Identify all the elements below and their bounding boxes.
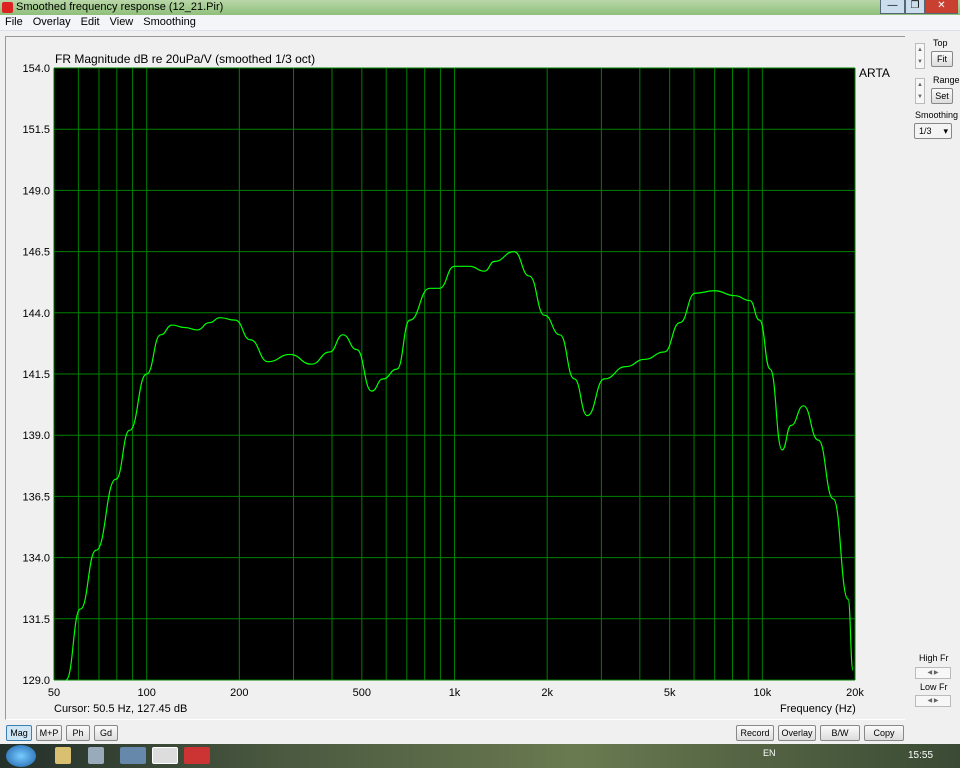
y-tick-label: 136.5 xyxy=(22,491,50,503)
x-tick-label: 100 xyxy=(137,687,155,699)
overlay-button[interactable]: Overlay xyxy=(778,725,816,741)
taskbar: EN 15:55 xyxy=(0,744,960,768)
y-tick-label: 154.0 xyxy=(22,63,50,75)
taskbar-app-icon[interactable] xyxy=(120,747,146,764)
x-tick-label: 10k xyxy=(753,687,771,699)
x-tick-label: 50 xyxy=(48,687,60,699)
y-tick-label: 149.0 xyxy=(22,185,50,197)
start-button[interactable] xyxy=(6,745,36,767)
fit-button[interactable]: Fit xyxy=(931,51,953,67)
y-tick-label: 144.0 xyxy=(22,308,50,320)
x-tick-label: 2k xyxy=(541,687,553,699)
chevron-down-icon: ▾ xyxy=(943,126,948,136)
group-delay-button[interactable]: Gd xyxy=(94,725,118,741)
cursor-readout: Cursor: 50.5 Hz, 127.45 dB xyxy=(54,703,188,715)
arta-logo: ARTA xyxy=(859,66,890,80)
taskbar-app2-icon[interactable] xyxy=(184,747,210,764)
low-fr-spinner[interactable]: ◀ ▶ xyxy=(915,695,951,707)
arta-taskbar-icon[interactable] xyxy=(152,747,178,764)
calculator-icon[interactable] xyxy=(88,747,104,764)
y-tick-label: 139.0 xyxy=(22,430,50,442)
y-tick-label: 134.0 xyxy=(22,553,50,565)
set-button[interactable]: Set xyxy=(931,88,953,104)
bw-button[interactable]: B/W xyxy=(820,725,860,741)
x-axis-label: Frequency (Hz) xyxy=(780,703,856,715)
y-tick-label: 141.5 xyxy=(22,369,50,381)
mag-button[interactable]: Mag xyxy=(6,725,32,741)
smoothing-value: 1/3 xyxy=(919,126,932,136)
smoothing-select[interactable]: 1/3 ▾ xyxy=(914,123,952,139)
smoothing-label: Smoothing xyxy=(915,110,959,120)
x-tick-label: 20k xyxy=(846,687,864,699)
explorer-icon[interactable] xyxy=(55,747,71,764)
range-label: Range xyxy=(933,75,960,85)
y-tick-label: 151.5 xyxy=(22,124,50,136)
y-tick-label: 129.0 xyxy=(22,675,50,687)
language-indicator[interactable]: EN xyxy=(763,748,776,758)
x-tick-label: 200 xyxy=(230,687,248,699)
high-fr-label: High Fr xyxy=(919,653,949,663)
record-button[interactable]: Record xyxy=(736,725,774,741)
mag-phase-button[interactable]: M+P xyxy=(36,725,62,741)
x-tick-label: 5k xyxy=(664,687,676,699)
range-spinner[interactable]: ▲ ▼ xyxy=(915,78,925,104)
y-tick-label: 131.5 xyxy=(22,614,50,626)
clock[interactable]: 15:55 xyxy=(908,750,933,761)
x-tick-label: 1k xyxy=(449,687,461,699)
top-label: Top xyxy=(933,38,948,48)
copy-button[interactable]: Copy xyxy=(864,725,904,741)
high-fr-spinner[interactable]: ◀ ▶ xyxy=(915,667,951,679)
chart[interactable]: 154.0 151.5 149.0 146.5 144.0 141.5 139.0 136.5… xyxy=(0,0,960,720)
phase-button[interactable]: Ph xyxy=(66,725,90,741)
top-spinner[interactable]: ▲ ▼ xyxy=(915,43,925,69)
y-tick-label: 146.5 xyxy=(22,247,50,259)
low-fr-label: Low Fr xyxy=(920,682,948,692)
x-tick-label: 500 xyxy=(353,687,371,699)
